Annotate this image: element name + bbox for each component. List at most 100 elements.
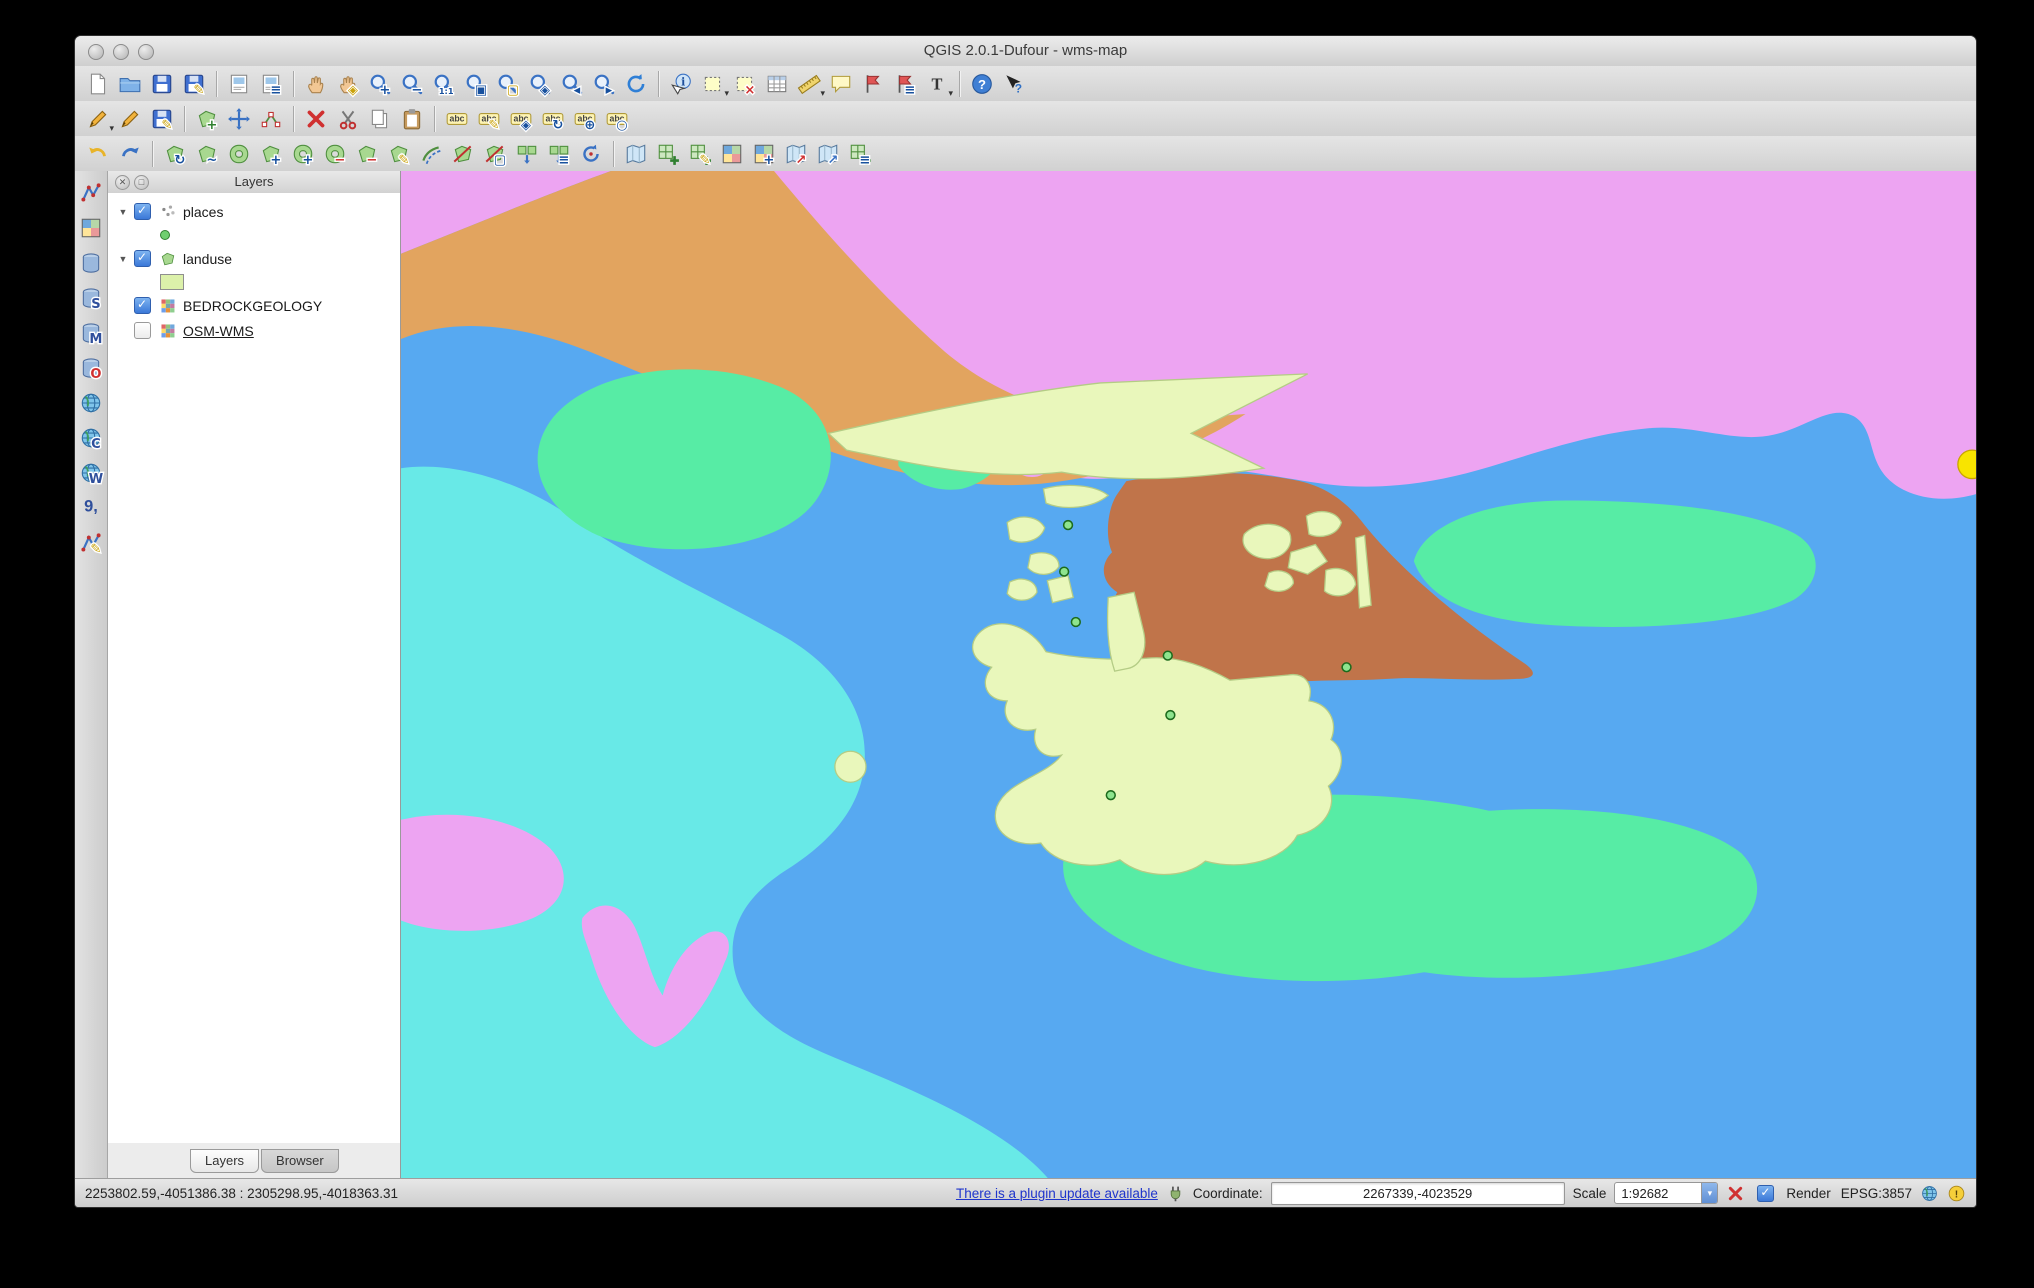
open-attribute-table-button[interactable]	[762, 69, 792, 99]
raster-checker-add-button[interactable]: +	[749, 139, 779, 169]
tab-browser[interactable]: Browser	[261, 1149, 339, 1173]
zoom-last-button[interactable]: ◂	[557, 69, 587, 99]
crs-status-button[interactable]	[1920, 1184, 1939, 1203]
layer-label-bedrockgeology[interactable]: BEDROCKGEOLOGY	[183, 298, 322, 314]
new-shapefile-layer-button[interactable]: ✎	[77, 529, 105, 557]
deselect-features-button[interactable]: ×	[730, 69, 760, 99]
grid-edit-button[interactable]: ✎	[685, 139, 715, 169]
layer-row-places[interactable]: ▼ places	[108, 199, 400, 224]
zoom-native-button[interactable]: 1:1	[429, 69, 459, 99]
grid-add-button[interactable]	[653, 139, 683, 169]
select-features-button[interactable]: ▾	[698, 69, 728, 99]
labeling-button[interactable]	[442, 104, 472, 134]
zoom-next-button[interactable]: ▸	[589, 69, 619, 99]
close-button[interactable]	[88, 44, 104, 60]
add-mssql-layer-button[interactable]: M	[77, 319, 105, 347]
delete-ring-button[interactable]: −	[320, 139, 350, 169]
layer-row-landuse[interactable]: ▼ landuse	[108, 246, 400, 271]
rotate-feature-button[interactable]: ↻	[160, 139, 190, 169]
layer-checkbox-osm-wms[interactable]	[134, 322, 151, 339]
zoom-to-layer-button[interactable]: ◈	[525, 69, 555, 99]
plugin-update-link[interactable]: There is a plugin update available	[956, 1186, 1158, 1201]
merge-features-button[interactable]	[512, 139, 542, 169]
add-spatialite-layer-button[interactable]: S	[77, 284, 105, 312]
split-features-button[interactable]	[448, 139, 478, 169]
map-view-button[interactable]	[621, 139, 651, 169]
tab-layers[interactable]: Layers	[190, 1149, 259, 1173]
expand-arrow-icon[interactable]: ▼	[116, 207, 130, 217]
zoom-full-button[interactable]: ▣	[461, 69, 491, 99]
simplify-feature-button[interactable]: ~	[192, 139, 222, 169]
whats-this-button[interactable]	[999, 69, 1029, 99]
text-annotation-button[interactable]: ▾	[922, 69, 952, 99]
layer-checkbox-places[interactable]	[134, 203, 151, 220]
map-red-arrow-button[interactable]: ↗	[781, 139, 811, 169]
reshape-features-button[interactable]: ✎	[384, 139, 414, 169]
zoom-button[interactable]	[138, 44, 154, 60]
add-vector-layer-button[interactable]	[77, 179, 105, 207]
coordinate-input[interactable]	[1271, 1182, 1565, 1205]
title-bar[interactable]: QGIS 2.0.1-Dufour - wms-map	[75, 36, 1976, 67]
paste-features-button[interactable]	[397, 104, 427, 134]
move-label-button[interactable]: ◈	[506, 104, 536, 134]
scale-combo[interactable]: 1:92682 ▾	[1614, 1182, 1718, 1204]
layers-panel-header[interactable]: ✕ □ Layers	[108, 171, 400, 194]
panel-float-button[interactable]: □	[134, 175, 149, 190]
new-bookmark-button[interactable]	[858, 69, 888, 99]
refresh-map-button[interactable]	[621, 69, 651, 99]
identify-features-button[interactable]	[666, 69, 696, 99]
pan-map-button[interactable]	[301, 69, 331, 99]
open-project-button[interactable]	[115, 69, 145, 99]
save-project-button[interactable]	[147, 69, 177, 99]
node-tool-button[interactable]	[256, 104, 286, 134]
new-print-composer-button[interactable]	[224, 69, 254, 99]
layer-row-bedrockgeology[interactable]: BEDROCKGEOLOGY	[108, 293, 400, 318]
layer-label-osm-wms[interactable]: OSM-WMS	[183, 323, 254, 339]
move-feature-button[interactable]	[224, 104, 254, 134]
pin-labels-button[interactable]: ⊕	[570, 104, 600, 134]
layer-label-places[interactable]: places	[183, 204, 223, 220]
panel-close-button[interactable]: ✕	[115, 175, 130, 190]
zoom-to-selection-button[interactable]: ▢	[493, 69, 523, 99]
measure-button[interactable]: ▾	[794, 69, 824, 99]
combo-arrows-icon[interactable]: ▾	[1701, 1183, 1717, 1203]
composer-manager-button[interactable]: ≡	[256, 69, 286, 99]
map-canvas[interactable]	[401, 171, 1976, 1179]
add-wms-layer-button[interactable]	[77, 389, 105, 417]
merge-attributes-button[interactable]: ≡	[544, 139, 574, 169]
save-layer-edits-button[interactable]: ✎	[147, 104, 177, 134]
raster-checker-button[interactable]	[717, 139, 747, 169]
rotate-point-symbols-button[interactable]	[576, 139, 606, 169]
add-part-button[interactable]: +	[256, 139, 286, 169]
save-project-as-button[interactable]: ✎	[179, 69, 209, 99]
add-feature-button[interactable]: +	[192, 104, 222, 134]
zoom-in-button[interactable]: +	[365, 69, 395, 99]
expand-arrow-icon[interactable]: ▼	[116, 254, 130, 264]
toggle-editing-button[interactable]	[115, 104, 145, 134]
help-contents-button[interactable]	[967, 69, 997, 99]
cut-features-button[interactable]	[333, 104, 363, 134]
minimize-button[interactable]	[113, 44, 129, 60]
layer-label-landuse[interactable]: landuse	[183, 251, 232, 267]
layer-checkbox-landuse[interactable]	[134, 250, 151, 267]
add-oracle-layer-button[interactable]: O	[77, 354, 105, 382]
stop-render-icon[interactable]	[1726, 1184, 1745, 1203]
pan-to-selection-button[interactable]: ◈	[333, 69, 363, 99]
rotate-label-button[interactable]: ↻	[538, 104, 568, 134]
add-ring-button[interactable]	[224, 139, 254, 169]
render-checkbox[interactable]	[1757, 1185, 1774, 1202]
layer-row-osm-wms[interactable]: OSM-WMS	[108, 318, 400, 343]
redo-button[interactable]	[115, 139, 145, 169]
zoom-out-button[interactable]: −	[397, 69, 427, 99]
new-project-button[interactable]	[83, 69, 113, 99]
delete-selected-button[interactable]	[301, 104, 331, 134]
show-bookmarks-button[interactable]: ≡	[890, 69, 920, 99]
show-hide-labels-button[interactable]: ○	[602, 104, 632, 134]
change-label-button[interactable]: ✎	[474, 104, 504, 134]
layer-checkbox-bedrockgeology[interactable]	[134, 297, 151, 314]
copy-features-button[interactable]	[365, 104, 395, 134]
messages-button[interactable]	[1947, 1184, 1966, 1203]
plugin-icon[interactable]	[1166, 1184, 1185, 1203]
undo-button[interactable]	[83, 139, 113, 169]
current-edits-button[interactable]: ▾	[83, 104, 113, 134]
